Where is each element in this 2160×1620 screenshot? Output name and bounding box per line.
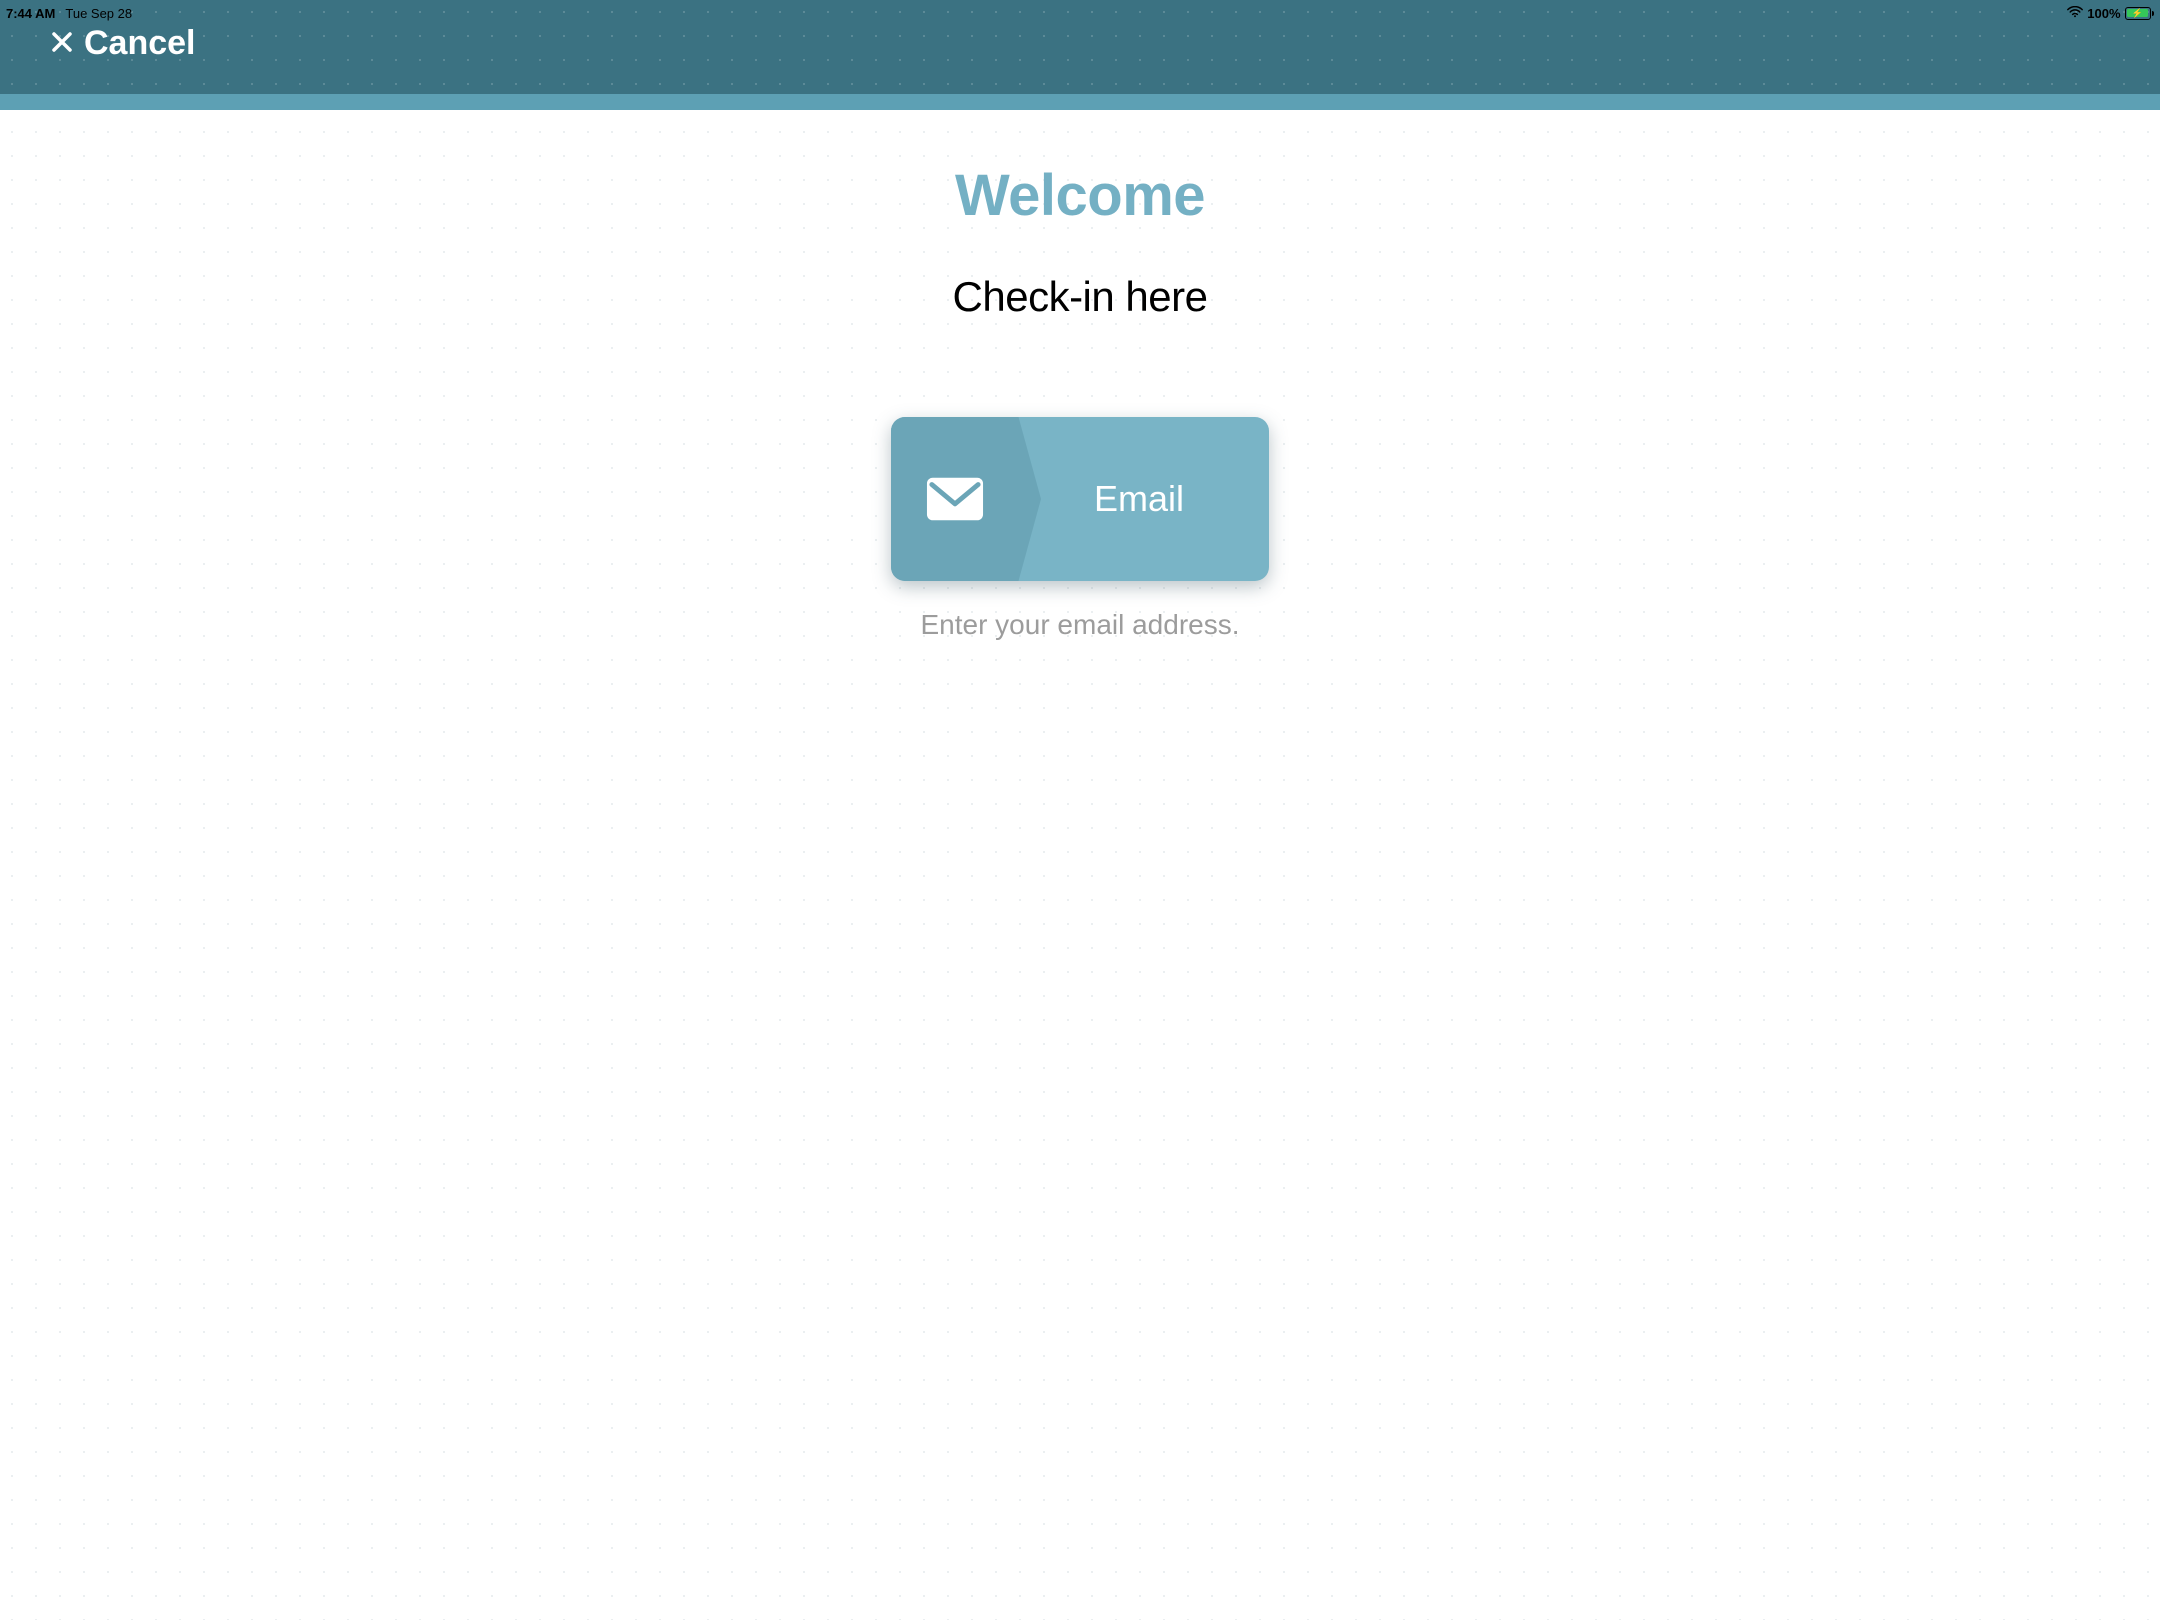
header-accent-bar <box>0 94 2160 110</box>
checkin-subtitle: Check-in here <box>953 273 1208 321</box>
welcome-title: Welcome <box>955 162 1205 229</box>
close-icon <box>50 26 74 60</box>
email-button[interactable]: Email <box>891 417 1269 581</box>
email-helper-text: Enter your email address. <box>920 609 1239 641</box>
status-bar: 7:44 AM Tue Sep 28 100% ⚡ <box>0 0 2160 22</box>
battery-percent: 100% <box>2087 6 2120 21</box>
main-content: Welcome Check-in here Email Enter your e… <box>0 110 2160 1620</box>
email-icon <box>891 417 1019 581</box>
battery-icon: ⚡ <box>2125 7 2155 20</box>
status-date: Tue Sep 28 <box>65 6 132 21</box>
wifi-icon <box>2067 6 2083 21</box>
app-header: 7:44 AM Tue Sep 28 100% ⚡ Cancel <box>0 0 2160 94</box>
cancel-button[interactable]: Cancel <box>50 26 196 60</box>
cancel-button-label: Cancel <box>84 26 196 60</box>
email-button-label: Email <box>1019 478 1269 520</box>
status-time: 7:44 AM <box>6 6 55 21</box>
